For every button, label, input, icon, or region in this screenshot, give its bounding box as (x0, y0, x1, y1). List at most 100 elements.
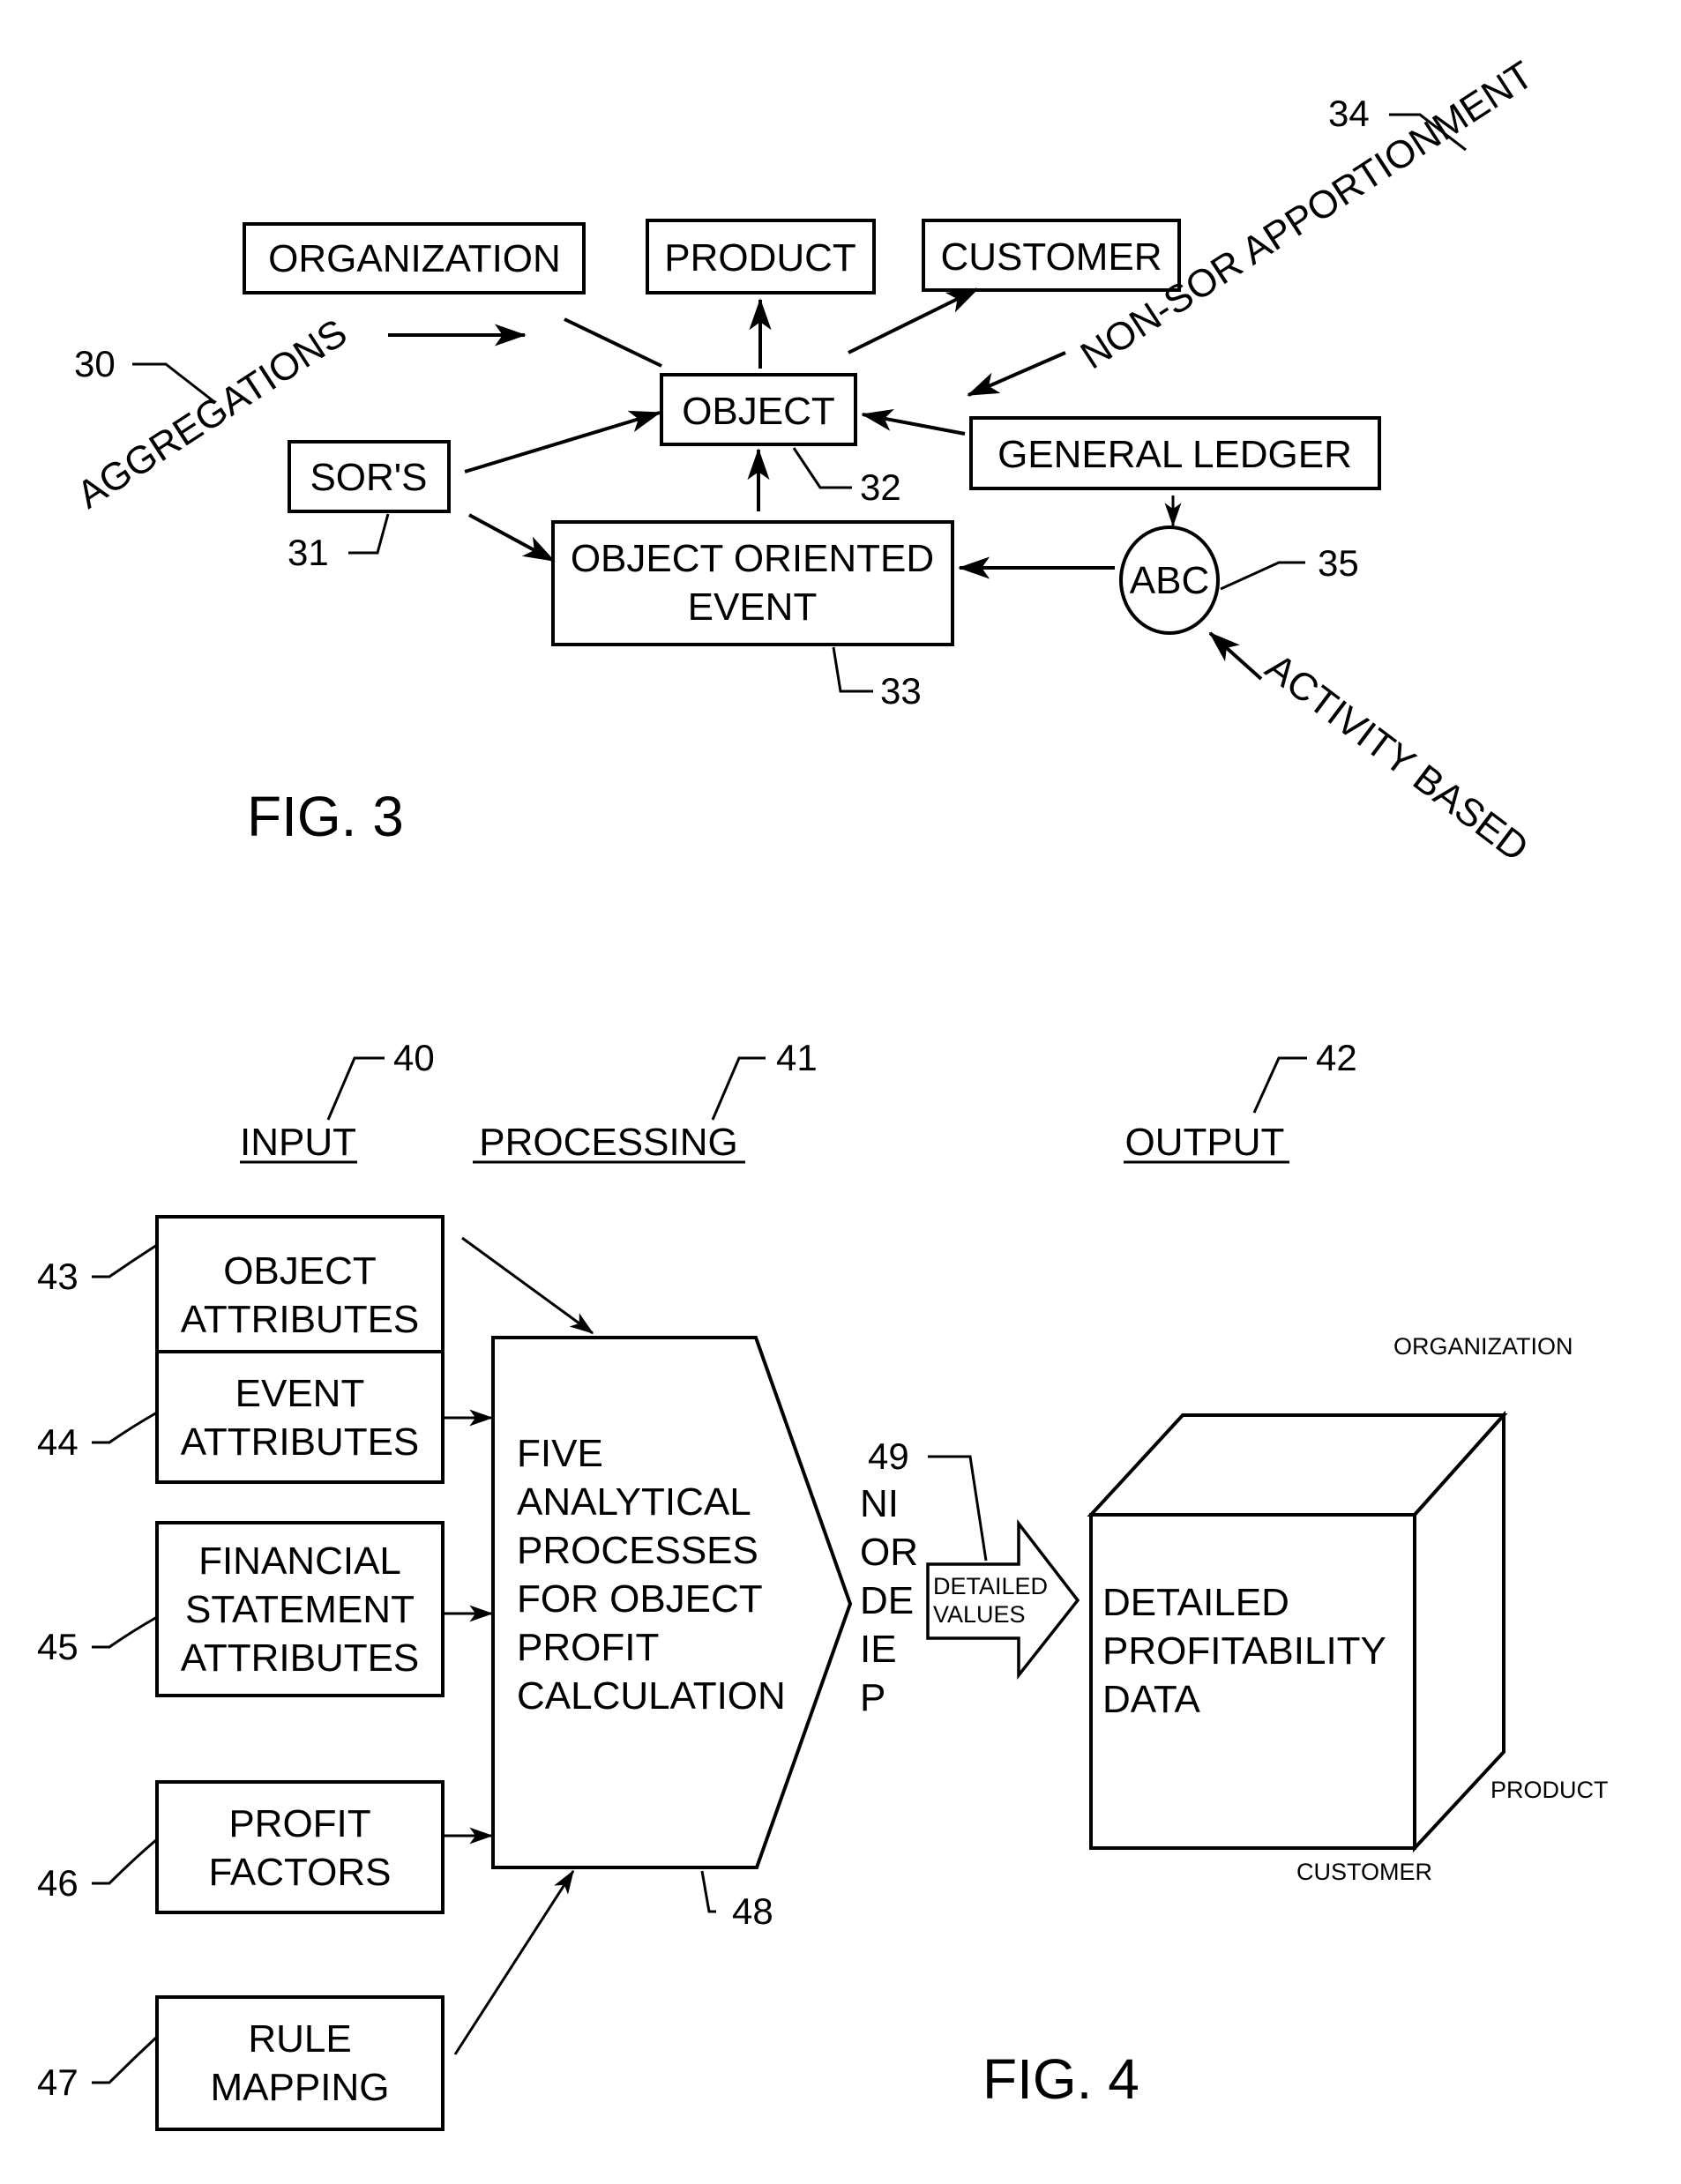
arrow-label-line1: DETAILED (933, 1573, 1048, 1599)
cube-line3: DATA (1102, 1678, 1200, 1721)
processing-line-5: PROFIT (517, 1626, 659, 1669)
ooe-label-line1: OBJECT ORIENTED (571, 537, 934, 580)
product-node: PRODUCT (646, 219, 876, 294)
leader-41 (711, 1056, 766, 1121)
input-3-line2: STATEMENT (185, 1588, 415, 1631)
product-label: PRODUCT (664, 236, 856, 280)
ref-44: 44 (37, 1421, 78, 1463)
leader-33 (832, 646, 873, 693)
ooe-label-line2: EVENT (688, 585, 818, 629)
leader-46 (92, 1837, 158, 1885)
organization-label: ORGANIZATION (268, 237, 561, 280)
ref-43: 43 (37, 1256, 78, 1297)
patent-drawing-sheet: ORGANIZATION PRODUCT CUSTOMER OBJECT SOR… (37, 53, 1609, 2131)
cube-axis-product: PRODUCT (1490, 1777, 1609, 1803)
ref-33: 33 (880, 670, 922, 712)
ref-34: 34 (1328, 93, 1370, 134)
sors-label: SOR'S (310, 456, 427, 499)
input-1-line1: OBJECT (223, 1249, 377, 1293)
arrow-non-sor (967, 351, 1066, 397)
ref-42: 42 (1316, 1037, 1357, 1078)
customer-node: CUSTOMER (922, 219, 1181, 292)
leader-43 (92, 1243, 158, 1278)
input-rule-mapping: RULE MAPPING (155, 1995, 445, 2131)
ref-47: 47 (37, 2061, 78, 2103)
arrow-gl-to-object (861, 408, 966, 436)
arrow-label-line2: VALUES (933, 1601, 1026, 1628)
fig3-caption: FIG. 3 (247, 785, 404, 848)
leader-45 (92, 1615, 158, 1649)
leader-49 (928, 1455, 988, 1562)
vertical-letters-3: DE (860, 1579, 914, 1622)
ref-32: 32 (860, 466, 901, 508)
leader-44 (92, 1411, 158, 1444)
non-sor-apportionment-label: NON-SOR APPORTIONMENT (1073, 53, 1541, 377)
abc-node: ABC (1119, 526, 1220, 635)
input-5-line2: MAPPING (211, 2066, 390, 2109)
leader-48 (700, 1870, 716, 1913)
abc-label: ABC (1130, 559, 1209, 602)
object-label: OBJECT (682, 390, 835, 433)
leader-35 (1220, 561, 1305, 591)
leader-31 (348, 513, 390, 555)
input-2-line1: EVENT (235, 1372, 365, 1415)
ref-40: 40 (393, 1037, 435, 1078)
profitability-cube: DETAILED PROFITABILITY DATA ORGANIZATION… (1087, 1333, 1609, 1885)
vertical-letters-5: P (860, 1676, 885, 1719)
input-profit-factors: PROFIT FACTORS (155, 1780, 445, 1914)
output-heading: OUTPUT (1125, 1121, 1285, 1164)
arrow-rule-mapping-to-processing (453, 1869, 575, 2055)
ref-31: 31 (288, 532, 329, 573)
input-2-line2: ATTRIBUTES (181, 1420, 420, 1464)
input-3-line1: FINANCIAL (198, 1539, 401, 1583)
sors-node: SOR'S (288, 440, 451, 513)
ref-45: 45 (37, 1626, 78, 1667)
cube-axis-customer: CUSTOMER (1296, 1859, 1432, 1885)
vertical-letters-2: OR (860, 1531, 918, 1574)
input-event-attributes: EVENT ATTRIBUTES (155, 1350, 445, 1484)
arrow-sors-to-ooe (468, 513, 556, 563)
processing-line-6: CALCULATION (517, 1674, 786, 1718)
ref-35: 35 (1318, 542, 1359, 584)
arrow-sors-to-object (464, 410, 661, 473)
arrow-activity-based (1208, 631, 1263, 681)
processing-line-2: ANALYTICAL (517, 1480, 751, 1524)
detailed-values-arrow: DETAILED VALUES (926, 1518, 1080, 1681)
vertical-letters-4: IE (860, 1628, 897, 1671)
input-4-line1: PROFIT (228, 1802, 370, 1845)
input-1-line2: ATTRIBUTES (181, 1298, 420, 1341)
figure-3: ORGANIZATION PRODUCT CUSTOMER OBJECT SOR… (70, 53, 1541, 870)
object-node: OBJECT (660, 373, 857, 446)
input-financial-statement-attributes: FINANCIAL STATEMENT ATTRIBUTES (155, 1521, 445, 1697)
ref-48: 48 (732, 1890, 773, 1932)
leader-40 (326, 1056, 385, 1121)
arrow-object-to-customer (848, 287, 979, 354)
object-oriented-event-node: OBJECT ORIENTED EVENT (551, 520, 954, 646)
organization-node: ORGANIZATION (243, 222, 586, 294)
general-ledger-label: GENERAL LEDGER (997, 433, 1352, 476)
processing-line-3: PROCESSES (517, 1529, 758, 1572)
processing-block: FIVE ANALYTICAL PROCESSES FOR OBJECT PRO… (491, 1336, 853, 1869)
input-4-line2: FACTORS (208, 1851, 391, 1894)
ref-46: 46 (37, 1862, 78, 1904)
processing-heading: PROCESSING (479, 1121, 737, 1164)
input-5-line1: RULE (248, 2017, 351, 2061)
leader-32 (792, 447, 852, 489)
leader-47 (92, 2035, 159, 2084)
ref-41: 41 (776, 1037, 818, 1078)
processing-line-4: FOR OBJECT (517, 1577, 763, 1621)
line-object-to-organization (564, 317, 662, 368)
general-ledger-node: GENERAL LEDGER (969, 416, 1381, 490)
figure-4: INPUT PROCESSING OUTPUT 40 41 42 OBJECT … (37, 1037, 1609, 2131)
cube-line1: DETAILED (1102, 1581, 1289, 1624)
ref-30: 30 (74, 343, 116, 384)
processing-line-1: FIVE (517, 1432, 603, 1475)
fig4-caption: FIG. 4 (982, 2047, 1139, 2111)
arrow-object-attributes-to-processing (461, 1236, 594, 1335)
activity-based-label: ACTIVITY BASED (1258, 645, 1536, 870)
input-3-line3: ATTRIBUTES (181, 1636, 420, 1680)
vertical-letters-1: NI (860, 1482, 899, 1525)
cube-line2: PROFITABILITY (1102, 1629, 1386, 1673)
ref-49: 49 (868, 1435, 909, 1477)
leader-42 (1252, 1056, 1307, 1114)
